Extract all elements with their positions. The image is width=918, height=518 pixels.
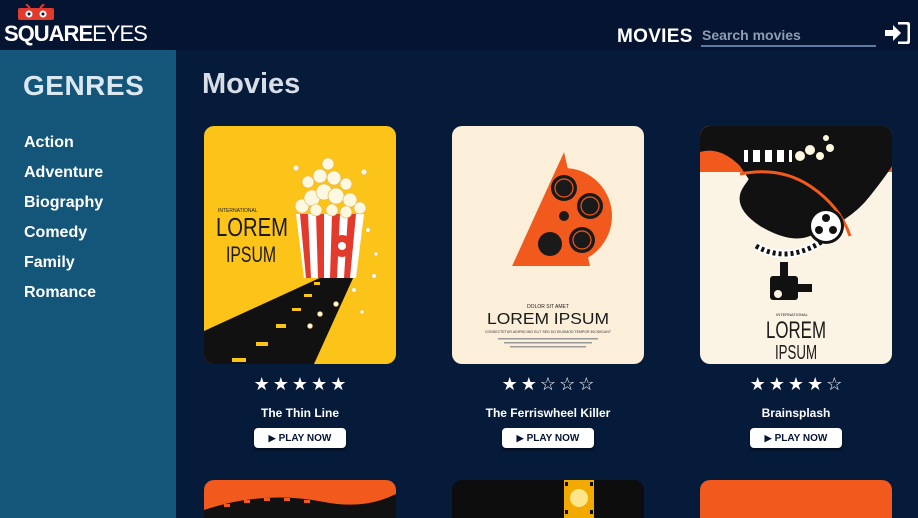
movie-poster-partial[interactable] — [452, 480, 644, 518]
poster-caption: CONSECTETUR ADIPISCING ELIT SED DO EIUSM… — [485, 329, 611, 334]
tv-logo-icon — [18, 4, 54, 20]
genre-item-family[interactable]: Family — [24, 254, 103, 284]
star-filled-icon: ★ — [253, 374, 270, 394]
genre-item-comedy[interactable]: Comedy — [24, 224, 103, 254]
poster-title-line1: LOREM — [766, 317, 826, 344]
square-eyes-logo[interactable]: SQUAREEYES — [4, 4, 148, 46]
star-empty-icon: ☆ — [559, 374, 576, 394]
star-empty-icon: ☆ — [539, 374, 557, 394]
poster-title: LOREM IPSUM — [487, 311, 609, 328]
movie-card: DOLOR SIT AMET LOREM IPSUM CONSECTETUR A… — [452, 126, 644, 448]
movie-poster-partial[interactable] — [700, 480, 892, 518]
star-filled-icon: ★ — [501, 374, 518, 394]
star-filled-icon: ★ — [520, 374, 537, 394]
star-filled-icon: ★ — [291, 374, 309, 394]
rating-stars: ★ ★ ☆ ☆ ☆ — [452, 374, 644, 394]
movie-card: INTERNATIONAL LOREM IPSUM ★ ★ ★ ★ ★ The Thin… — [204, 126, 396, 448]
star-filled-icon: ★ — [311, 374, 328, 394]
genre-item-adventure[interactable]: Adventure — [24, 164, 103, 194]
star-filled-icon: ★ — [768, 374, 785, 394]
movie-title[interactable]: The Thin Line — [204, 406, 396, 420]
star-filled-icon: ★ — [807, 374, 824, 394]
film-strip-poster-art — [204, 480, 396, 518]
movie-poster-popcorn[interactable]: INTERNATIONAL LOREM IPSUM — [204, 126, 396, 364]
play-now-button[interactable]: ▶ PLAY NOW — [750, 428, 842, 448]
nav-movies-link[interactable]: MOVIES — [617, 26, 693, 48]
projector-light-poster-art — [452, 480, 644, 518]
movie-card: INTERNATIONAL LOREM IPSUM ★ ★ ★ ★ ☆ Brainspl… — [700, 126, 892, 448]
genre-item-romance[interactable]: Romance — [24, 284, 103, 314]
play-now-label: PLAY NOW — [774, 432, 828, 444]
star-filled-icon: ★ — [787, 374, 805, 394]
rating-stars: ★ ★ ★ ★ ★ — [204, 374, 396, 394]
page-title: Movies — [202, 68, 301, 100]
star-empty-icon: ☆ — [826, 374, 843, 394]
movie-title[interactable]: Brainsplash — [700, 406, 892, 420]
poster-title-line2: IPSUM — [775, 342, 817, 364]
poster-title-line1: LOREM — [216, 212, 288, 242]
poster-small-text: DOLOR SIT AMET — [527, 304, 569, 310]
poster-title-line2: IPSUM — [226, 242, 276, 267]
genres-sidebar: GENRES Action Adventure Biography Comedy… — [0, 50, 176, 518]
login-icon[interactable] — [884, 22, 910, 44]
genres-heading: GENRES — [23, 70, 145, 101]
logo-text: SQUAREEYES — [4, 21, 148, 47]
genre-list: Action Adventure Biography Comedy Family… — [24, 134, 103, 314]
movie-title[interactable]: The Ferriswheel Killer — [452, 406, 644, 420]
header-bar: SQUAREEYES MOVIES — [0, 0, 918, 50]
play-now-label: PLAY NOW — [278, 432, 332, 444]
star-empty-icon: ☆ — [578, 374, 595, 394]
search-input[interactable] — [701, 27, 876, 47]
film-reel-poster-art: DOLOR SIT AMET LOREM IPSUM CONSECTETUR A… — [452, 126, 644, 364]
play-now-button[interactable]: ▶ PLAY NOW — [254, 428, 346, 448]
play-icon: ▶ — [516, 432, 524, 443]
genre-item-action[interactable]: Action — [24, 134, 103, 164]
star-filled-icon: ★ — [749, 374, 766, 394]
movie-poster-projector[interactable]: INTERNATIONAL LOREM IPSUM — [700, 126, 892, 364]
play-icon: ▶ — [764, 432, 772, 443]
logo-text-square: SQUARE — [4, 21, 93, 46]
movie-poster-partial[interactable] — [204, 480, 396, 518]
popcorn-poster-art: INTERNATIONAL LOREM IPSUM — [204, 126, 396, 364]
genre-item-biography[interactable]: Biography — [24, 194, 103, 224]
star-filled-icon: ★ — [272, 374, 289, 394]
star-filled-icon: ★ — [330, 374, 347, 394]
play-now-button[interactable]: ▶ PLAY NOW — [502, 428, 594, 448]
play-now-label: PLAY NOW — [526, 432, 580, 444]
movie-poster-film-reel[interactable]: DOLOR SIT AMET LOREM IPSUM CONSECTETUR A… — [452, 126, 644, 364]
projector-poster-art: INTERNATIONAL LOREM IPSUM — [700, 126, 892, 364]
logo-text-eyes: EYES — [92, 21, 148, 46]
orange-poster-art — [700, 480, 892, 518]
play-icon: ▶ — [268, 432, 276, 443]
rating-stars: ★ ★ ★ ★ ☆ — [700, 374, 892, 394]
